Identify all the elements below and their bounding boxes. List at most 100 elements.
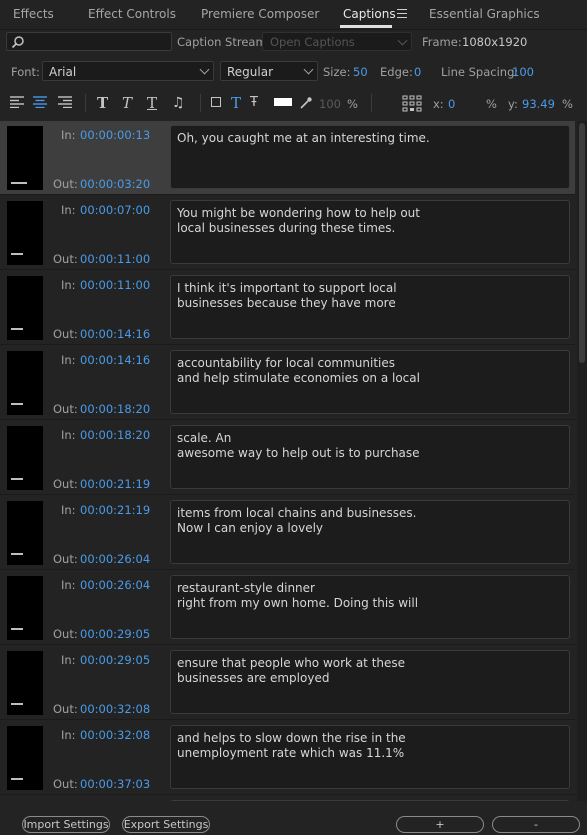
search-input[interactable] [6,32,172,51]
tab-effects[interactable]: Effects [13,7,54,21]
caption-row[interactable]: In: 00:00:32:08 Out: 00:00:37:03 and hel… [0,721,575,795]
caption-thumbnail [7,351,43,415]
caption-thumbnail [7,426,43,490]
toolbar-divider [200,94,201,112]
caption-row[interactable]: In: 00:00:00:13 Out: 00:00:03:20 Oh, you… [0,121,575,195]
eyedropper-icon[interactable] [299,96,313,110]
font-select[interactable]: Arial [42,61,214,81]
tab-premiere-composer[interactable]: Premiere Composer [201,7,319,21]
in-timecode[interactable]: 00:00:32:08 [80,728,150,742]
caption-row[interactable]: In: 00:00:14:16 Out: 00:00:18:20 account… [0,346,575,420]
opacity-value[interactable]: 100 [319,97,341,111]
caption-row-partial[interactable] [0,796,575,801]
panel-tab-bar: Effects Effect Controls Premiere Compose… [0,0,587,30]
out-timecode[interactable]: 00:00:32:08 [80,702,150,716]
tab-captions[interactable]: Captions [343,7,396,21]
font-value: Arial [49,65,77,79]
x-label: x: [433,97,444,111]
caption-toolbar-row-2: Font: Arial Regular Size: 50 Edge: 0 Lin… [0,60,587,84]
caption-row[interactable]: In: 00:00:18:20 Out: 00:00:21:19 scale. … [0,421,575,495]
scrollbar-thumb[interactable] [579,123,585,363]
caption-stream-select[interactable]: Open Captions [262,32,412,51]
in-label: In: [61,128,76,142]
tab-effect-controls[interactable]: Effect Controls [88,7,176,21]
font-style-select[interactable]: Regular [220,61,318,81]
in-timecode[interactable]: 00:00:07:00 [80,203,150,217]
in-label: In: [61,278,76,292]
export-settings-button[interactable]: Export Settings [122,816,210,833]
position-grid-icon[interactable] [402,95,422,112]
outline-text-icon[interactable]: Ŧ [250,95,258,111]
background-color-icon[interactable] [211,97,221,107]
caption-row[interactable]: In: 00:00:29:05 Out: 00:00:32:08 ensure … [0,646,575,720]
import-settings-button[interactable]: Import Settings [22,816,110,833]
align-center-icon[interactable] [33,96,47,108]
out-timecode[interactable]: 00:00:21:19 [80,477,150,491]
align-right-icon[interactable] [58,96,72,108]
edge-label: Edge: [380,65,413,79]
caption-thumbnail [7,576,43,640]
caption-row[interactable]: In: 00:00:21:19 Out: 00:00:26:04 items f… [0,496,575,570]
caption-text[interactable]: Oh, you caught me at an interesting time… [170,125,570,189]
frame-label: Frame: [422,35,462,49]
edge-value[interactable]: 0 [414,65,421,79]
italic-icon[interactable]: T [122,95,132,111]
y-value[interactable]: 93.49 [522,97,555,111]
size-value[interactable]: 50 [353,65,368,79]
out-timecode[interactable]: 00:00:14:16 [80,327,150,341]
out-timecode[interactable]: 00:00:37:03 [80,777,150,791]
out-timecode[interactable]: 00:00:11:00 [80,252,150,266]
in-timecode[interactable]: 00:00:29:05 [80,653,150,667]
in-label: In: [61,203,76,217]
in-timecode[interactable]: 00:00:18:20 [80,428,150,442]
caption-text[interactable]: scale. An awesome way to help out is to … [170,425,570,489]
caption-row[interactable]: In: 00:00:26:04 Out: 00:00:29:05 restaur… [0,571,575,645]
caption-thumbnail [7,501,43,565]
out-timecode[interactable]: 00:00:29:05 [80,627,150,641]
bold-icon[interactable]: T [97,95,108,111]
color-swatch[interactable] [274,98,292,106]
caption-row[interactable]: In: 00:00:07:00 Out: 00:00:11:00 You mig… [0,196,575,270]
x-value[interactable]: 0 [448,97,455,111]
out-timecode[interactable]: 00:00:03:20 [80,177,150,191]
in-timecode[interactable]: 00:00:21:19 [80,503,150,517]
add-caption-button[interactable]: + [396,816,484,833]
align-left-icon[interactable] [10,96,24,108]
out-timecode[interactable]: 00:00:18:20 [80,402,150,416]
underline-icon[interactable]: T [147,95,157,111]
caption-text[interactable]: You might be wondering how to help out l… [170,200,570,264]
caption-stream-value: Open Captions [270,35,355,49]
text-color-icon[interactable]: T [231,95,241,111]
in-timecode[interactable]: 00:00:11:00 [80,278,150,292]
caption-text[interactable]: ensure that people who work at these bus… [170,650,570,714]
chevron-down-icon [303,64,314,75]
size-label: Size: [323,65,351,79]
toolbar-divider [85,94,86,112]
y-unit: % [562,97,573,111]
out-label: Out: [53,777,78,791]
in-label: In: [61,728,76,742]
in-timecode[interactable]: 00:00:26:04 [80,578,150,592]
line-spacing-value[interactable]: 100 [512,65,534,79]
in-timecode[interactable]: 00:00:00:13 [80,128,150,142]
caption-text[interactable]: and helps to slow down the rise in the u… [170,725,570,789]
music-note-icon[interactable]: ♫ [172,95,185,111]
tab-essential-graphics[interactable]: Essential Graphics [429,7,540,21]
font-style-value: Regular [227,65,274,79]
out-label: Out: [53,702,78,716]
caption-text[interactable]: items from local chains and businesses. … [170,500,570,564]
caption-row[interactable]: In: 00:00:11:00 Out: 00:00:14:16 I think… [0,271,575,345]
panel-menu-icon[interactable] [397,9,407,18]
caption-text[interactable]: restaurant-style dinner right from my ow… [170,575,570,639]
out-timecode[interactable]: 00:00:26:04 [80,552,150,566]
in-timecode[interactable]: 00:00:14:16 [80,353,150,367]
caption-toolbar-row-3: T T T ♫ T Ŧ 100 % x: 0 % y: 93.49 % [0,93,587,115]
font-label: Font: [11,65,40,79]
toolbar-divider [371,94,372,112]
caption-text-partial[interactable] [170,800,570,801]
remove-caption-button[interactable]: - [492,816,580,833]
caption-text[interactable]: I think it's important to support local … [170,275,570,339]
active-tab-indicator [340,25,392,28]
caption-stream-label: Caption Stream: [177,35,271,49]
caption-text[interactable]: accountability for local communities and… [170,350,570,414]
